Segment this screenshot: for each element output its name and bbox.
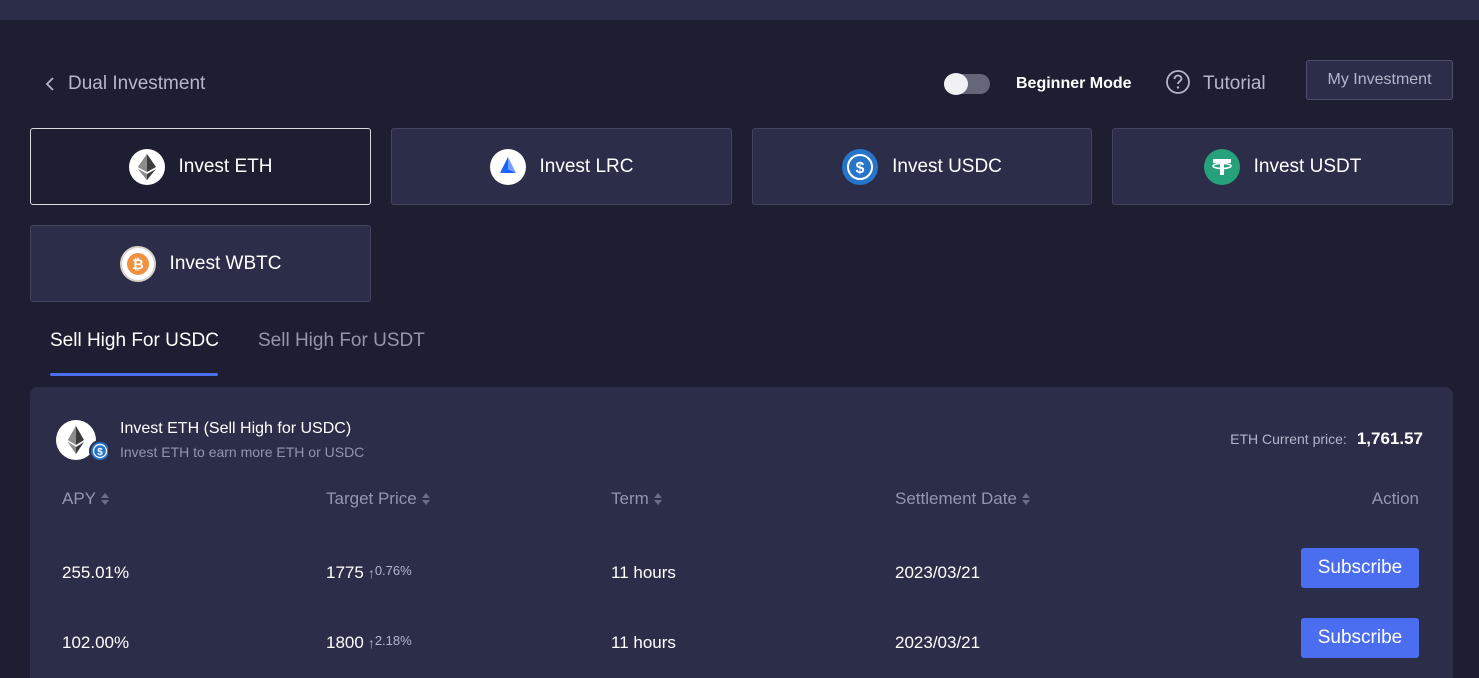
term-value: 11 hours	[611, 633, 676, 652]
sort-icon	[421, 493, 430, 505]
wbtc-icon: ₿	[119, 245, 156, 282]
coin-card-wbtc[interactable]: ₿ Invest WBTC	[30, 225, 371, 302]
coin-card-eth[interactable]: Invest ETH	[30, 128, 371, 205]
tab-sell-high-usdc[interactable]: Sell High For USDC	[50, 330, 219, 352]
my-investment-button[interactable]: My Investment	[1306, 60, 1453, 100]
settlement-date-value: 2023/03/21	[895, 633, 981, 652]
chevron-left-icon	[40, 70, 60, 98]
product-panel: $ Invest ETH (Sell High for USDC) Invest…	[30, 387, 1453, 678]
tutorial-label: Tutorial	[1203, 73, 1266, 94]
coin-card-label: Invest ETH	[178, 155, 273, 177]
price-change: 0.76%	[374, 563, 412, 578]
subscribe-button[interactable]: Subscribe	[1301, 548, 1419, 588]
coin-card-lrc[interactable]: Invest LRC	[391, 128, 732, 205]
settlement-date-value: 2023/03/21	[895, 563, 981, 582]
table-row: 102.00% 1800 ↑2.18% 11 hours 2023/03/21 S…	[30, 618, 1453, 668]
table-row: 255.01% 1775 ↑0.76% 11 hours 2023/03/21 S…	[30, 548, 1453, 598]
price-change: 2.18%	[374, 633, 412, 648]
panel-title: Invest ETH (Sell High for USDC)	[120, 420, 352, 437]
usdt-icon	[1203, 148, 1240, 185]
current-price: ETH Current price: 1,761.57	[1230, 429, 1423, 449]
column-header-settlement-date[interactable]: Settlement Date	[895, 489, 1030, 509]
eth-usdc-pair-icon: $	[56, 420, 111, 462]
back-button[interactable]: Dual Investment	[40, 70, 205, 98]
apy-value: 255.01%	[62, 563, 130, 582]
lrc-icon	[489, 148, 526, 185]
sort-icon	[101, 493, 110, 505]
active-tab-indicator	[50, 373, 218, 376]
tutorial-link[interactable]: Tutorial	[1165, 69, 1266, 100]
coin-card-label: Invest USDT	[1253, 155, 1362, 177]
sort-icon	[1021, 493, 1030, 505]
arrow-up-icon: ↑	[367, 565, 375, 581]
beginner-mode: Beginner Mode	[944, 70, 1132, 98]
page-title: Dual Investment	[68, 73, 206, 94]
panel-subtitle: Invest ETH to earn more ETH or USDC	[120, 444, 365, 460]
arrow-up-icon: ↑	[367, 635, 375, 651]
beginner-mode-label: Beginner Mode	[1016, 75, 1132, 92]
coin-card-label: Invest WBTC	[169, 252, 282, 274]
top-bar	[0, 0, 1479, 20]
apy-value: 102.00%	[62, 633, 130, 652]
target-price-value: 1775	[326, 563, 364, 582]
column-header-action: Action	[1371, 489, 1419, 508]
tab-sell-high-usdt[interactable]: Sell High For USDT	[258, 330, 425, 352]
subscribe-button[interactable]: Subscribe	[1301, 618, 1419, 658]
coin-card-label: Invest USDC	[892, 155, 1002, 177]
coin-card-usdc[interactable]: $ Invest USDC	[752, 128, 1092, 205]
current-price-label: ETH Current price:	[1230, 431, 1347, 447]
column-header-target-price[interactable]: Target Price	[326, 489, 430, 509]
column-header-term[interactable]: Term	[611, 489, 662, 509]
target-price-cell: 1800 ↑2.18%	[326, 633, 412, 653]
term-value: 11 hours	[611, 563, 676, 582]
target-price-cell: 1775 ↑0.76%	[326, 563, 412, 583]
target-price-value: 1800	[326, 633, 364, 652]
svg-text:₿: ₿	[132, 256, 143, 272]
help-circle-icon	[1165, 69, 1191, 100]
column-header-apy[interactable]: APY	[62, 489, 110, 509]
current-price-value: 1,761.57	[1356, 429, 1423, 448]
sort-icon	[653, 493, 662, 505]
usdc-icon: $	[842, 148, 879, 185]
beginner-mode-toggle[interactable]	[944, 73, 990, 95]
eth-icon	[128, 148, 165, 185]
svg-text:$: $	[856, 160, 865, 177]
coin-card-usdt[interactable]: Invest USDT	[1112, 128, 1453, 205]
coin-card-label: Invest LRC	[539, 155, 634, 177]
svg-text:$: $	[97, 447, 103, 458]
